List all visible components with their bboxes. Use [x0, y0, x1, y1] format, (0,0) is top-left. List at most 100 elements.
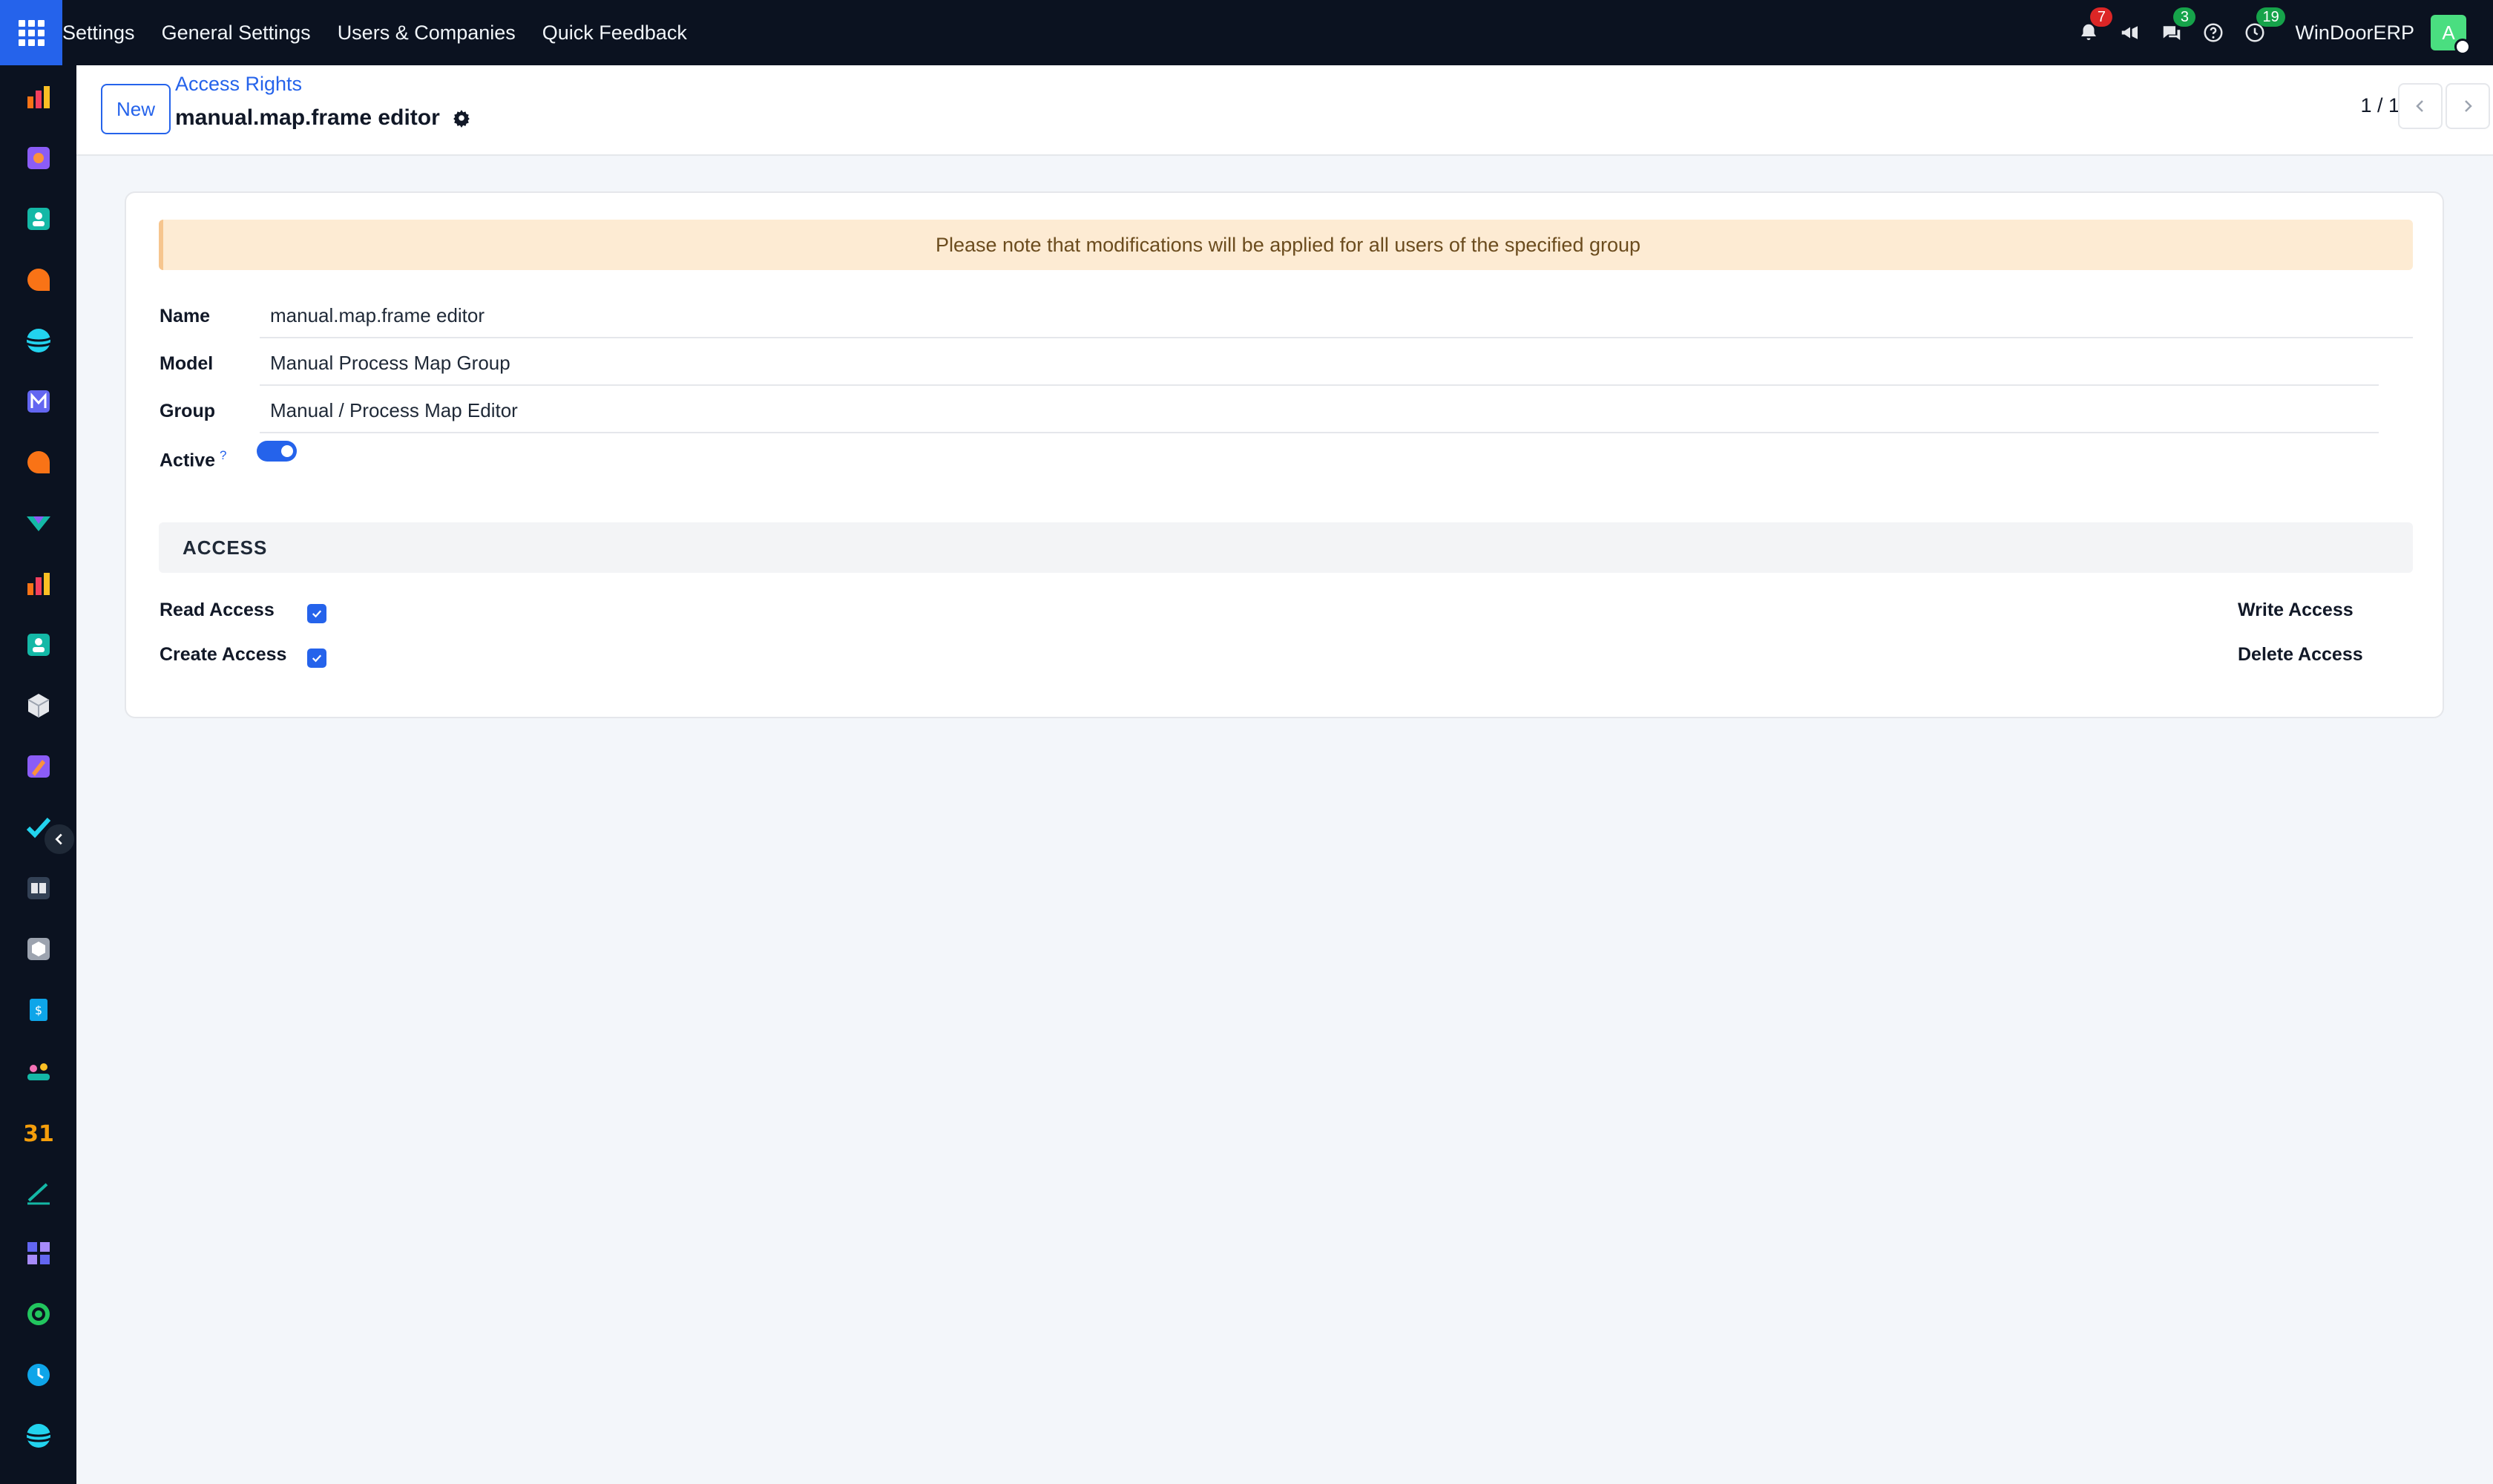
svg-text:31: 31 [24, 1121, 53, 1146]
reporting-icon [27, 573, 50, 595]
sidebar-app-field-service[interactable] [24, 752, 53, 781]
clock-icon [27, 1364, 50, 1386]
sign-icon [27, 1183, 50, 1205]
create-access-label: Create Access [160, 644, 287, 665]
pager-value[interactable]: 1 / 1 [2360, 83, 2400, 128]
top-navbar: Settings General Settings Users & Compan… [0, 0, 2493, 65]
top-menu: Settings General Settings Users & Compan… [62, 0, 700, 65]
sidebar-app-knowledge[interactable] [24, 874, 53, 902]
menu-settings[interactable]: Settings [62, 0, 148, 65]
activities-button[interactable]: 19 [2234, 0, 2285, 65]
record-title-text: manual.map.frame editor [175, 105, 440, 130]
sidebar-app-live-chat[interactable] [24, 448, 53, 476]
sidebar-app-products[interactable] [24, 935, 53, 963]
sidebar-app-sales[interactable] [24, 509, 53, 537]
pager-next-button[interactable] [2446, 83, 2490, 129]
create-access-checkbox[interactable] [307, 649, 326, 668]
help-icon [2204, 23, 2223, 42]
pager-previous-button[interactable] [2398, 83, 2443, 129]
app-menu-button[interactable] [0, 0, 62, 65]
announcements-button[interactable] [2109, 0, 2151, 65]
toggle-knob [281, 445, 293, 457]
sidebar-app-apps[interactable] [24, 1239, 53, 1267]
apps-icon [27, 1242, 50, 1264]
menu-quick-feedback[interactable]: Quick Feedback [529, 0, 700, 65]
check-icon [312, 610, 322, 618]
model-field-underline [260, 384, 2379, 386]
svg-text:$: $ [35, 1003, 42, 1017]
sidebar-app-reporting[interactable] [24, 570, 53, 598]
sidebar-app-discuss[interactable] [24, 266, 53, 294]
team-icon [27, 1063, 50, 1080]
sidebar-app-inventory[interactable] [24, 692, 53, 720]
group-field-underline [260, 432, 2379, 433]
knowledge-icon [27, 877, 50, 899]
read-access-label: Read Access [160, 600, 275, 620]
name-field-underline [260, 337, 2413, 338]
sidebar-app-dashboard[interactable] [24, 83, 53, 111]
sidebar-app-website[interactable] [24, 326, 53, 355]
live-chat-icon [27, 451, 50, 473]
model-label: Model [160, 353, 214, 374]
active-toggle[interactable] [257, 441, 297, 462]
messages-button[interactable]: 3 [2151, 0, 2196, 65]
breadcrumb-access-rights[interactable]: Access Rights [175, 73, 302, 96]
group-label: Group [160, 401, 215, 421]
activities-badge: 19 [2256, 7, 2285, 27]
sidebar-app-email-marketing[interactable] [24, 387, 53, 416]
email-marketing-icon [27, 390, 50, 413]
sidebar-app-team[interactable] [24, 1057, 53, 1085]
sidebar-app-sign[interactable] [24, 1178, 53, 1206]
gear-icon[interactable] [452, 108, 471, 128]
sidebar-app-contacts[interactable] [24, 205, 53, 233]
app-sidebar: $ 31 [0, 65, 76, 1484]
group-field[interactable]: Manual / Process Map Editor [270, 399, 518, 422]
name-label: Name [160, 306, 211, 326]
sidebar-collapse-button[interactable] [43, 823, 76, 856]
invoicing-icon: $ [30, 999, 47, 1021]
user-avatar[interactable]: A [2431, 15, 2471, 55]
chevron-left-icon [55, 833, 62, 845]
sales-icon [27, 516, 50, 531]
active-label-text: Active [160, 450, 216, 471]
read-access-checkbox[interactable] [307, 604, 326, 623]
company-switcher[interactable]: WinDoorERP [2295, 22, 2414, 45]
sidebar-app-timesheet[interactable] [24, 1361, 53, 1389]
grid-icon [18, 19, 45, 46]
megaphone-icon [2122, 26, 2138, 39]
write-access-label: Write Access [2238, 600, 2354, 620]
menu-general-settings[interactable]: General Settings [148, 0, 324, 65]
inventory-icon [27, 694, 50, 718]
active-help-tooltip[interactable]: ? [220, 448, 226, 462]
new-button[interactable]: New [101, 84, 171, 134]
sidebar-app-calendar[interactable]: 31 [23, 1117, 54, 1147]
model-field[interactable]: Manual Process Map Group [270, 352, 510, 375]
notifications-button[interactable]: 7 [2068, 0, 2113, 65]
menu-users-companies[interactable]: Users & Companies [324, 0, 529, 65]
help-button[interactable] [2193, 0, 2234, 65]
warning-alert: Please note that modifications will be a… [159, 220, 2413, 270]
presence-dot [2454, 39, 2471, 55]
whatsapp-icon [27, 1303, 50, 1325]
delete-access-label: Delete Access [2238, 644, 2363, 665]
dashboard-icon [27, 86, 50, 108]
name-field[interactable]: manual.map.frame editor [270, 304, 485, 327]
sidebar-app-whatsapp[interactable] [24, 1300, 53, 1328]
field-service-icon [27, 755, 50, 778]
calendar-icon: 31 [23, 1121, 54, 1147]
systray: 7 3 19 WinDoorERP A [2068, 0, 2493, 65]
contacts-icon [27, 208, 50, 230]
discuss-icon [27, 269, 50, 291]
employees-icon [27, 634, 50, 656]
check-icon [312, 654, 322, 663]
active-label: Active? [160, 448, 227, 471]
sidebar-app-invoicing[interactable]: $ [24, 996, 53, 1024]
sidebar-app-website-2[interactable] [24, 1422, 53, 1450]
chevron-right-icon [2465, 100, 2472, 112]
avatar-initial: A [2442, 21, 2455, 44]
form-sheet: Please note that modifications will be a… [125, 191, 2444, 718]
products-icon [27, 938, 50, 960]
website-icon [26, 329, 51, 352]
sidebar-app-employees[interactable] [24, 631, 53, 659]
sidebar-app-project[interactable] [24, 144, 53, 172]
